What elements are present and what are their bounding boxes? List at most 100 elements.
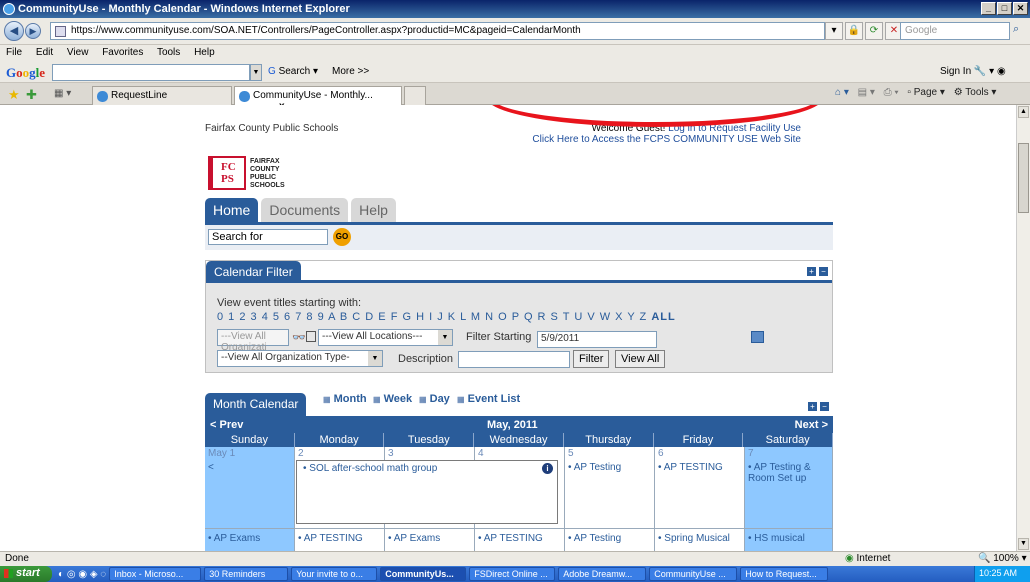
google-more-button[interactable]: More >> [332,66,369,77]
taskbar-button[interactable]: FSDirect Online ... [469,567,556,581]
alphabet-letters[interactable]: 0 1 2 3 4 5 6 7 8 9 A B C D E F G H I J … [217,311,647,323]
google-search-button[interactable]: G Search ▾ [268,66,318,77]
menu-view[interactable]: View [67,47,89,58]
quick-tabs-icon[interactable]: ▦ ▾ [54,88,71,99]
view-all-button[interactable]: View All [615,350,666,368]
calendar-day[interactable]: 5 • AP Testing [565,447,655,529]
organization-select[interactable]: ---View All Organizati [217,329,289,353]
taskbar-button[interactable]: CommunityUse ... [649,567,738,581]
menu-help[interactable]: Help [194,47,215,58]
refresh-icon[interactable]: ⟳ [865,22,883,40]
calendar-day[interactable]: • AP Exams [385,529,475,551]
taskbar-button[interactable]: How to Request... [740,567,829,581]
view-month[interactable]: ▦ Month [323,393,367,405]
calendar-day[interactable]: • Spring Musical [655,529,745,551]
taskbar-button[interactable]: Inbox - Microso... [109,567,202,581]
calendar-event[interactable]: SOL after-school math group [309,463,437,474]
calendar-event[interactable]: AP Testing & Room Set up [748,462,811,484]
tab-home[interactable]: Home [205,198,259,222]
location-select[interactable]: ---View All Locations--- ▼ [318,329,453,346]
calendar-day[interactable]: • HS musical [745,529,833,551]
search-icon[interactable]: ⌕ [1013,23,1019,36]
dropdown-icon[interactable]: ▾ [825,22,843,40]
back-icon[interactable]: ◀ [4,21,24,41]
tab-requestline[interactable]: RequestLine [92,86,232,105]
go-button[interactable]: GO [333,228,351,246]
collapse-icon[interactable]: − [818,266,829,277]
calendar-day[interactable]: • AP Exams [205,529,295,551]
tab-help[interactable]: Help [351,198,396,222]
calendar-day[interactable]: • AP Testing [565,529,655,551]
calendar-day[interactable]: 7 • AP Testing & Room Set up [745,447,833,529]
lock-icon[interactable]: 🔒 [845,22,863,40]
zoom-level[interactable]: 🔍 100% ▾ [978,553,1027,564]
feeds-icon[interactable]: ▤ ▾ [858,87,875,98]
taskbar-button[interactable]: 30 Reminders [204,567,289,581]
browser-search-input[interactable]: Google [900,22,1010,40]
calendar-event[interactable]: AP TESTING [664,462,723,473]
calendar-day[interactable]: May 1 < [205,447,295,529]
calendar-event[interactable]: AP TESTING [484,533,543,544]
prev-month-link[interactable]: < Prev [210,419,243,431]
address-input[interactable]: https://www.communityuse.com/SOA.NET/Con… [50,22,825,40]
add-favorites-icon[interactable]: ✚ [26,87,37,103]
calendar-event[interactable]: < [208,462,291,473]
taskbar-button[interactable]: Adobe Dreamw... [558,567,647,581]
alphabet-all-link[interactable]: ALL [651,311,675,323]
calendar-event[interactable]: AP Exams [214,533,261,544]
menu-file[interactable]: File [6,47,22,58]
tab-communityuse[interactable]: CommunityUse - Monthly... x [234,86,402,112]
calendar-picker-icon[interactable] [751,331,764,343]
favorites-star-icon[interactable]: ★ [8,87,20,103]
tab-documents[interactable]: Documents [261,198,349,222]
page-menu[interactable]: ▫ Page ▾ [907,87,945,98]
filter-button[interactable]: Filter [573,350,610,368]
print-icon[interactable]: ⎙ ▾ [884,87,899,98]
calendar-event[interactable]: AP TESTING [304,533,363,544]
community-use-site-link[interactable]: Click Here to Access the FCPS COMMUNITY … [532,134,801,145]
calendar-event[interactable]: HS musical [754,533,805,544]
close-button[interactable]: ✕ [1013,2,1028,15]
event-popup[interactable]: • SOL after-school math group i [296,460,558,524]
scroll-up-icon[interactable]: ▲ [1018,106,1029,118]
calendar-event[interactable]: AP Exams [394,533,441,544]
menu-edit[interactable]: Edit [36,47,53,58]
taskbar-button[interactable]: CommunityUs... [380,567,467,581]
next-month-link[interactable]: Next > [795,419,828,431]
scroll-down-icon[interactable]: ▼ [1018,538,1029,550]
collapse-icon[interactable]: − [819,401,830,412]
calendar-event[interactable]: Spring Musical [664,533,730,544]
calendar-event[interactable]: AP Testing [574,533,621,544]
info-icon[interactable]: i [542,463,553,474]
forward-icon[interactable]: ▶ [25,23,41,39]
menu-favorites[interactable]: Favorites [102,47,143,58]
organization-type-select[interactable]: --View All Organization Type- ▼ [217,350,383,367]
start-button[interactable]: start [0,566,52,582]
tools-menu[interactable]: ⚙ Tools ▾ [954,87,997,98]
calendar-day[interactable]: 6 • AP TESTING [655,447,745,529]
calendar-day[interactable]: • AP TESTING [295,529,385,551]
view-day[interactable]: ▦ Day [419,393,450,405]
home-icon[interactable]: ⌂ ▾ [835,87,849,98]
minimize-button[interactable]: _ [981,2,996,15]
menu-tools[interactable]: Tools [157,47,180,58]
view-week[interactable]: ▦ Week [373,393,412,405]
calendar-day[interactable]: • AP TESTING [475,529,565,551]
google-dropdown-icon[interactable]: ▼ [250,64,262,81]
maximize-button[interactable]: □ [997,2,1012,15]
google-search-input[interactable] [52,64,250,81]
clear-icon[interactable] [306,331,316,342]
vertical-scrollbar[interactable]: ▲ ▼ [1016,105,1030,551]
sign-in-button[interactable]: Sign In 🔧 ▾ ◉ [940,66,1006,77]
taskbar-button[interactable]: Your invite to o... [291,567,378,581]
calendar-event[interactable]: AP Testing [574,462,621,473]
filter-starting-date[interactable]: 5/9/2011 [537,331,657,348]
expand-icon[interactable]: + [807,401,818,412]
quick-launch-icons[interactable]: ◐ ◎ ◉ ◈ ◌ [58,569,106,580]
description-input[interactable] [458,351,570,368]
binoculars-icon[interactable]: 👓 [292,331,306,344]
scroll-thumb[interactable] [1018,143,1029,213]
expand-icon[interactable]: + [806,266,817,277]
new-tab-button[interactable] [404,86,426,105]
site-search-input[interactable]: Search for [208,229,328,245]
